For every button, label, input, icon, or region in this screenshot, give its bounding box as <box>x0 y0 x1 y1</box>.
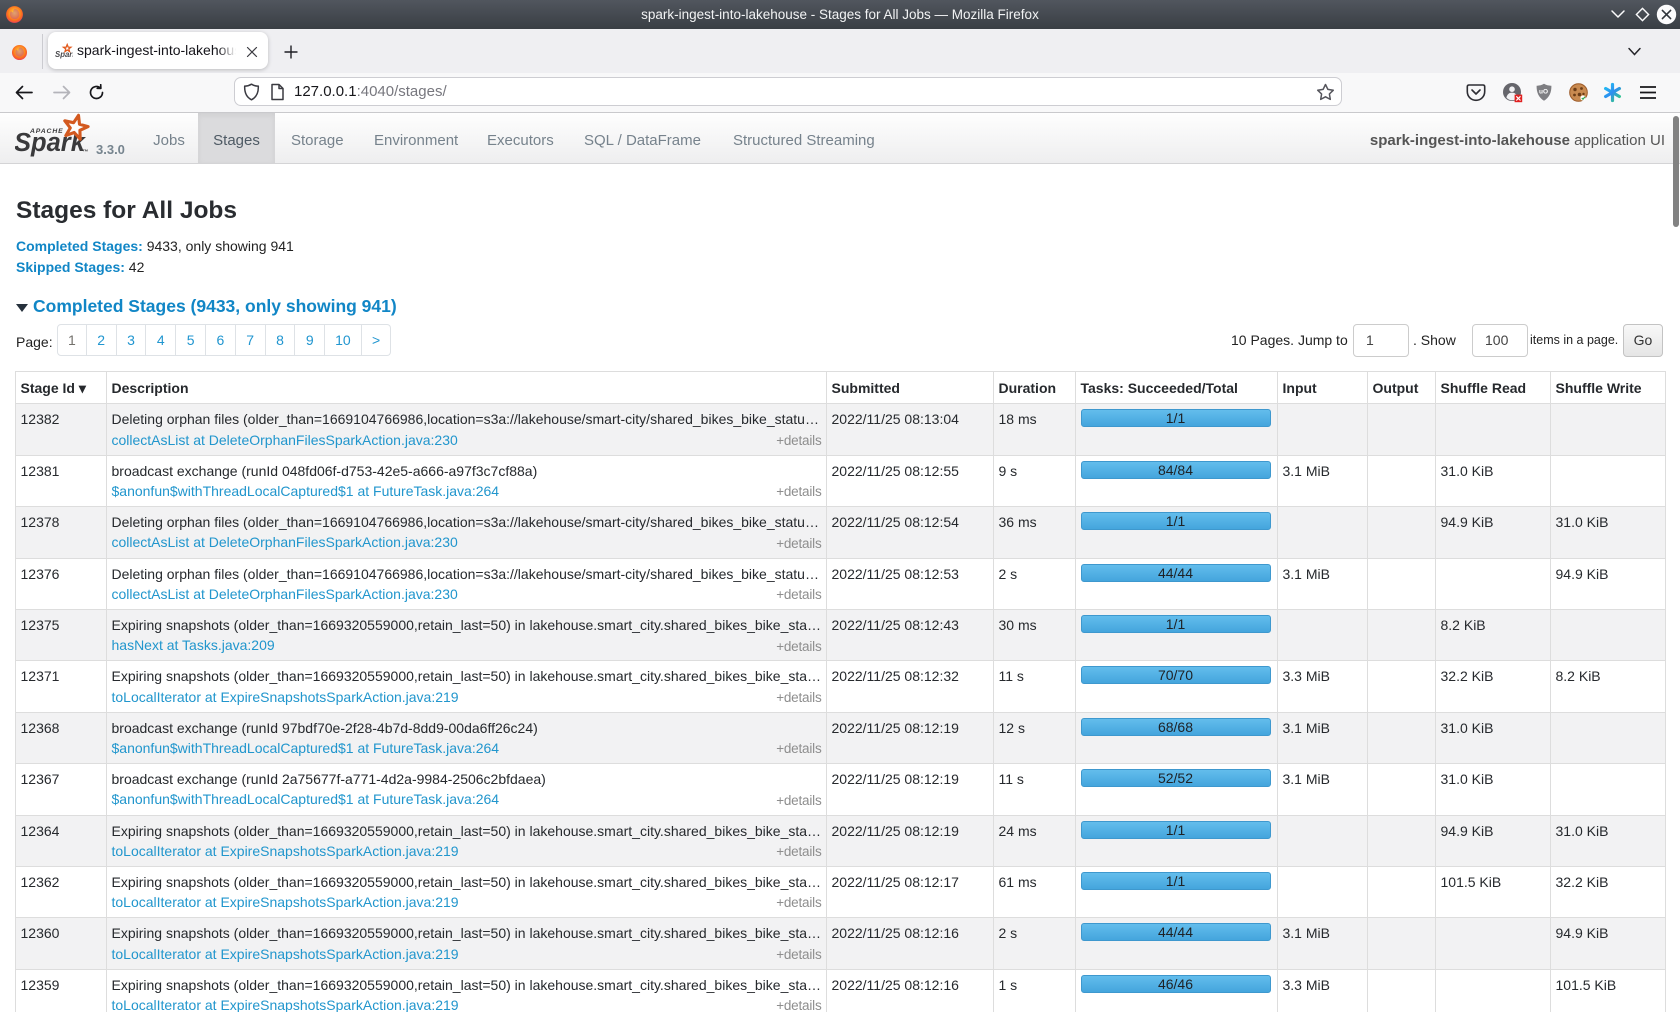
svg-text:uO: uO <box>1539 89 1548 96</box>
svg-text:™: ™ <box>83 149 89 156</box>
svg-text:Spark: Spark <box>55 50 73 59</box>
